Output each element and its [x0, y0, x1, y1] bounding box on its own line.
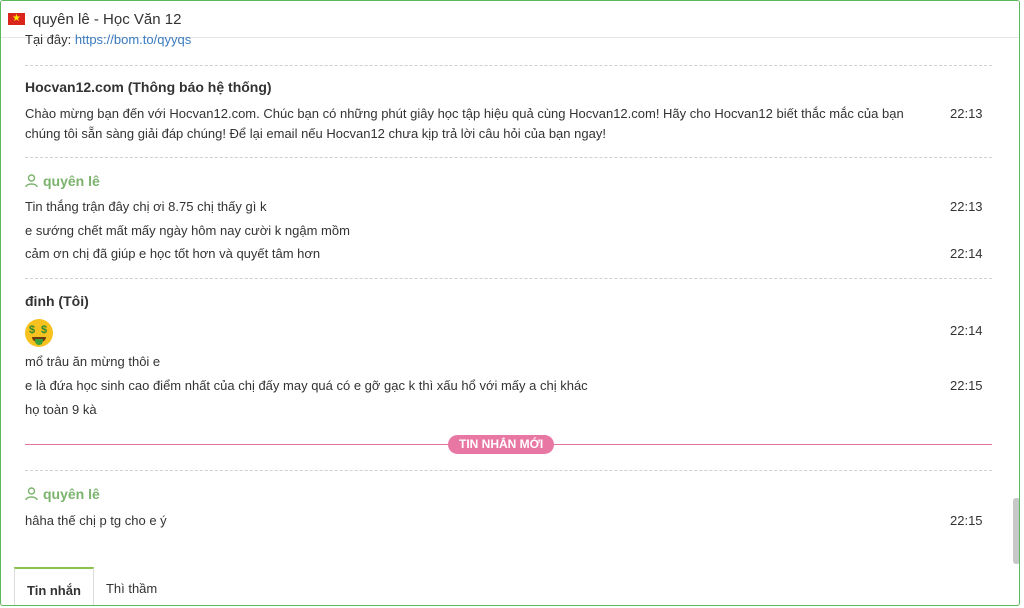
- message-time: 22:15: [950, 513, 983, 528]
- chat-message: e sướng chết mất mấy ngày hôm nay cười k…: [25, 221, 992, 241]
- system-message: Chào mừng bạn đến với Hocvan12.com. Chúc…: [25, 104, 992, 144]
- chat-message: mổ trâu ăn mừng thôi e: [25, 352, 992, 372]
- message-text: Tin thắng trận đây chị ơi 8.75 chị thấy …: [25, 199, 267, 214]
- chat-message: e là đứa học sinh cao điểm nhất của chị …: [25, 376, 992, 396]
- system-message-text: Chào mừng bạn đến với Hocvan12.com. Chúc…: [25, 104, 935, 144]
- bottom-tabs: Tin nhắn Thì thầm: [14, 567, 169, 605]
- divider: [25, 470, 992, 471]
- user-icon: [25, 174, 38, 188]
- message-text: mổ trâu ăn mừng thôi e: [25, 354, 161, 369]
- message-time: 22:15: [950, 378, 983, 393]
- emoji-message: $ $ 22:14: [25, 319, 992, 347]
- message-text: hâha thế chị p tg cho e ý: [25, 513, 167, 528]
- message-time: 22:13: [950, 106, 983, 121]
- top-link-line: Tại đây: https://bom.to/qyyqs: [25, 32, 191, 47]
- user-icon: [25, 487, 38, 501]
- system-message-line2: chúng tôi sẵn sàng giải đáp chúng! Để lạ…: [25, 126, 606, 141]
- system-sender: Hocvan12.com (Thông báo hệ thống): [25, 79, 272, 95]
- chat-message: Tin thắng trận đây chị ơi 8.75 chị thấy …: [25, 197, 992, 217]
- sender-quyen-le: quyên lê: [25, 173, 100, 189]
- sender-name: quyên lê: [43, 486, 100, 502]
- message-text: cảm ơn chị đã giúp e học tốt hơn và quyế…: [25, 246, 321, 261]
- message-text: e là đứa học sinh cao điểm nhất của chị …: [25, 378, 588, 393]
- sender-self: đinh (Tôi): [25, 293, 89, 309]
- top-link-url[interactable]: https://bom.to/qyyqs: [75, 32, 191, 47]
- sender-name: quyên lê: [43, 173, 100, 189]
- top-link-prefix: Tại đây:: [25, 32, 72, 47]
- message-text: e sướng chết mất mấy ngày hôm nay cười k…: [25, 223, 350, 238]
- chat-message: hâha thế chị p tg cho e ý 22:15: [25, 511, 992, 531]
- scrollbar-thumb[interactable]: [1013, 498, 1019, 564]
- sender-quyen-le: quyên lê: [25, 486, 100, 502]
- message-time: 22:14: [950, 323, 983, 338]
- divider: [25, 65, 992, 66]
- tab-whisper[interactable]: Thì thầm: [94, 567, 169, 605]
- new-messages-badge: TIN NHẮN MỚI: [448, 435, 555, 454]
- message-text: họ toàn 9 kà: [25, 402, 97, 417]
- divider: [25, 278, 992, 279]
- chat-window: ★ quyên lê - Học Văn 12 Tại đây: https:/…: [0, 0, 1020, 606]
- system-message-line1: Chào mừng bạn đến với Hocvan12.com. Chúc…: [25, 106, 904, 121]
- message-time: 22:13: [950, 199, 983, 214]
- chat-message: họ toàn 9 kà: [25, 400, 992, 420]
- money-mouth-face-icon: $ $: [25, 319, 53, 347]
- message-time: 22:14: [950, 246, 983, 261]
- window-title: quyên lê - Học Văn 12: [33, 10, 182, 28]
- divider: [25, 157, 992, 158]
- vietnam-flag-icon: ★: [8, 13, 25, 25]
- tab-messages[interactable]: Tin nhắn: [14, 567, 94, 605]
- chat-message: cảm ơn chị đã giúp e học tốt hơn và quyế…: [25, 244, 992, 264]
